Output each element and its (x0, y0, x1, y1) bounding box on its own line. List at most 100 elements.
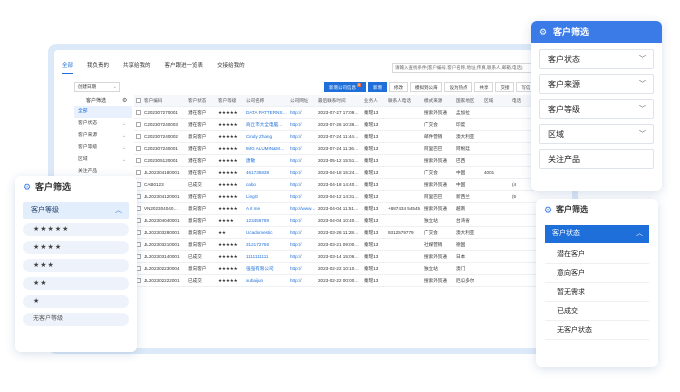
status-option[interactable]: 无客户状态 (545, 321, 649, 340)
table-row[interactable]: C202305120001 潜在客户 ★★★★★ 唐敏 http://2023-05-1… (134, 155, 572, 167)
table-row[interactable]: JL202302222001 已成交 ★★★★★ xubaijun http://202… (134, 275, 572, 287)
customer-grade-cell: ★★★★★ (218, 182, 238, 187)
grade-option-5-stars[interactable]: ★★★★★ (23, 223, 129, 236)
grade-option-none[interactable]: 无客户等级 (23, 313, 129, 326)
status-option[interactable]: 已成交 (545, 302, 649, 321)
grade-option-1-star[interactable]: ★ (23, 295, 129, 308)
tab-shared[interactable]: 共享给我的 (123, 60, 151, 74)
sidebar-item-source[interactable]: 客户来源 ⌄ (74, 130, 132, 142)
company-name-cell[interactable]: 461735838 (244, 167, 288, 178)
company-website-cell[interactable]: http:// (288, 179, 316, 190)
row-checkbox[interactable] (134, 155, 142, 166)
status-option[interactable]: 潜在客户 (545, 245, 649, 264)
company-name-cell[interactable]: 312172756 (244, 239, 288, 250)
tab-handover[interactable]: 交接给我的 (217, 60, 245, 74)
company-website-cell[interactable]: http:// (288, 227, 316, 238)
row-checkbox[interactable] (134, 143, 142, 154)
table-row[interactable]: C202307240001 潜在客户 ★★★★★ IMG ALUMIN&M… http:… (134, 143, 572, 155)
company-name-cell[interactable]: 唐敏 (244, 155, 288, 166)
tab-followup[interactable]: 客户跟进一览表 (165, 60, 204, 74)
table-row[interactable]: C202307240002 意向客户 ★★★★★ Cindy Zhang http://… (134, 131, 572, 143)
share-button[interactable]: 共享 (474, 82, 494, 92)
salesperson-cell: 秦瑶13 (364, 170, 379, 175)
company-website-cell[interactable]: http:// (288, 239, 316, 250)
company-website-cell[interactable]: http:// (288, 251, 316, 262)
table-row[interactable]: JL202302230004 意向客户 ★★★★★ 强强有限公司 http://2023… (134, 263, 572, 275)
table-row[interactable]: C202307270001 潜在客户 ★★★★★ DATA PATTERNS… http… (134, 107, 572, 119)
set-hot-button[interactable]: 设为热点 (444, 82, 473, 92)
company-name-cell[interactable]: IMG ALUMIN&M… (244, 143, 288, 154)
tab-all[interactable]: 全部 (62, 60, 74, 74)
contact-phone-cell: +887434 54545 (388, 206, 421, 211)
customer-status-cell: 意向客户 (188, 242, 207, 247)
last-contact-time-cell: 2023-03-21 09:00… (318, 242, 359, 247)
company-website-cell[interactable]: http:// (288, 119, 316, 130)
add-company-button[interactable]: 新增公司信息 9 (324, 82, 366, 92)
company-name-cell[interactable]: 123456789 (244, 215, 288, 226)
company-website-cell[interactable]: http://www.… (288, 203, 316, 214)
filter-source[interactable]: 客户来源 ﹀ (539, 74, 654, 94)
company-name-cell[interactable]: 商丘市大全电脑… (244, 119, 288, 130)
company-website-cell[interactable]: http:// (288, 155, 316, 166)
company-name-cell[interactable]: cabo (244, 179, 288, 190)
company-name-cell[interactable]: Cindy Zhang (244, 131, 288, 142)
country-cell: 澳大利亚 (456, 230, 475, 235)
gear-icon[interactable]: ⚙ (122, 96, 127, 106)
chevron-down-icon: ⌄ (112, 84, 117, 90)
tab-mine[interactable]: 我负责的 (87, 60, 109, 74)
sidebar-item-region[interactable]: 区域 ⌄ (74, 154, 132, 166)
add-button[interactable]: 新增 (367, 82, 387, 92)
row-checkbox[interactable] (134, 107, 142, 118)
company-website-cell[interactable]: http:// (288, 275, 316, 286)
filter-grade[interactable]: 客户等级 ﹀ (539, 99, 654, 119)
table-row[interactable]: JL202304040001 意向客户 ★★★★ 123456789 http://20… (134, 215, 572, 227)
company-website-cell[interactable]: http:// (288, 131, 316, 142)
date-select[interactable]: 创建日期 ⌄ (74, 82, 120, 92)
company-name-cell[interactable]: 强强有限公司 (244, 263, 288, 274)
table-row[interactable]: JL202303140001 已成交 ★★★★★ 1111111111 http://2… (134, 251, 572, 263)
sidebar-item-grade[interactable]: 客户等级 ⌄ (74, 142, 132, 154)
company-name-cell[interactable]: 1111111111 (244, 251, 288, 262)
company-website-cell[interactable]: http:// (288, 191, 316, 202)
company-name-cell[interactable]: DATA PATTERNS… (244, 107, 288, 118)
status-option[interactable]: 暂无需求 (545, 283, 649, 302)
select-all-checkbox[interactable] (134, 95, 142, 106)
company-website-cell[interactable]: http:// (288, 167, 316, 178)
row-checkbox[interactable] (134, 119, 142, 130)
grade-option-3-stars[interactable]: ★★★ (23, 259, 129, 272)
filter-region[interactable]: 区域 ﹀ (539, 124, 654, 144)
table-row[interactable]: JL202304180001 潜在客户 ★★★★★ 461735838 http://2… (134, 167, 572, 179)
contact-phone-cell (386, 263, 422, 274)
company-website-cell[interactable]: http:// (288, 263, 316, 274)
company-website-cell[interactable]: http:// (288, 107, 316, 118)
company-name-cell[interactable]: A it me (244, 203, 288, 214)
row-checkbox[interactable] (134, 131, 142, 142)
sidebar-item-status[interactable]: 客户状态 ⌄ (74, 118, 132, 130)
company-website-cell[interactable]: http:// (288, 215, 316, 226)
edit-button[interactable]: 修改 (388, 82, 408, 92)
filter-products[interactable]: 关注产品 (539, 149, 654, 169)
company-name-cell[interactable]: LingG (244, 191, 288, 202)
filter-status[interactable]: 客户状态 ﹀ (539, 49, 654, 69)
grade-option-4-stars[interactable]: ★★★★ (23, 241, 129, 254)
table-row[interactable]: JL202303280001 意向客户 ★★ Ucadomestic http://20… (134, 227, 572, 239)
status-dropdown-header[interactable]: 客户状态 ︿ (545, 225, 649, 243)
table-row[interactable]: C202307240003 潜在客户 ★★★★★ 商丘市大全电脑… http://202… (134, 119, 572, 131)
salesperson-cell: 秦瑶13 (364, 266, 379, 271)
table-row[interactable]: CAB0123 已成交 ★★★★★ cabo http://2023-04-18 14:… (134, 179, 572, 191)
sidebar-item-all[interactable]: 全部 (74, 106, 132, 118)
customer-grade-cell: ★★★★★ (218, 158, 238, 163)
table-row[interactable]: VN202304040… 意向客户 ★★★★★ A it me http://www.…… (134, 203, 572, 215)
grade-dropdown-header[interactable]: 客户等级 ︿ (23, 202, 129, 219)
move-to-pool-button[interactable]: 模拟到公海 (409, 82, 443, 92)
status-option[interactable]: 意向客户 (545, 264, 649, 283)
table-row[interactable]: JL202303210001 意向客户 ★★★★★ 312172756 http://2… (134, 239, 572, 251)
company-website-cell[interactable]: http:// (288, 143, 316, 154)
company-name-cell[interactable]: xubaijun (244, 275, 288, 286)
last-contact-time-cell: 2023-07-26 10:36… (318, 122, 359, 127)
company-name-cell[interactable]: Ucadomestic (244, 227, 288, 238)
handover-button[interactable]: 交接 (495, 82, 515, 92)
grade-option-2-stars[interactable]: ★★ (23, 277, 129, 290)
row-checkbox[interactable] (134, 167, 142, 178)
table-row[interactable]: JL202304120001 潜在客户 ★★★★★ LingG http://2023-… (134, 191, 572, 203)
